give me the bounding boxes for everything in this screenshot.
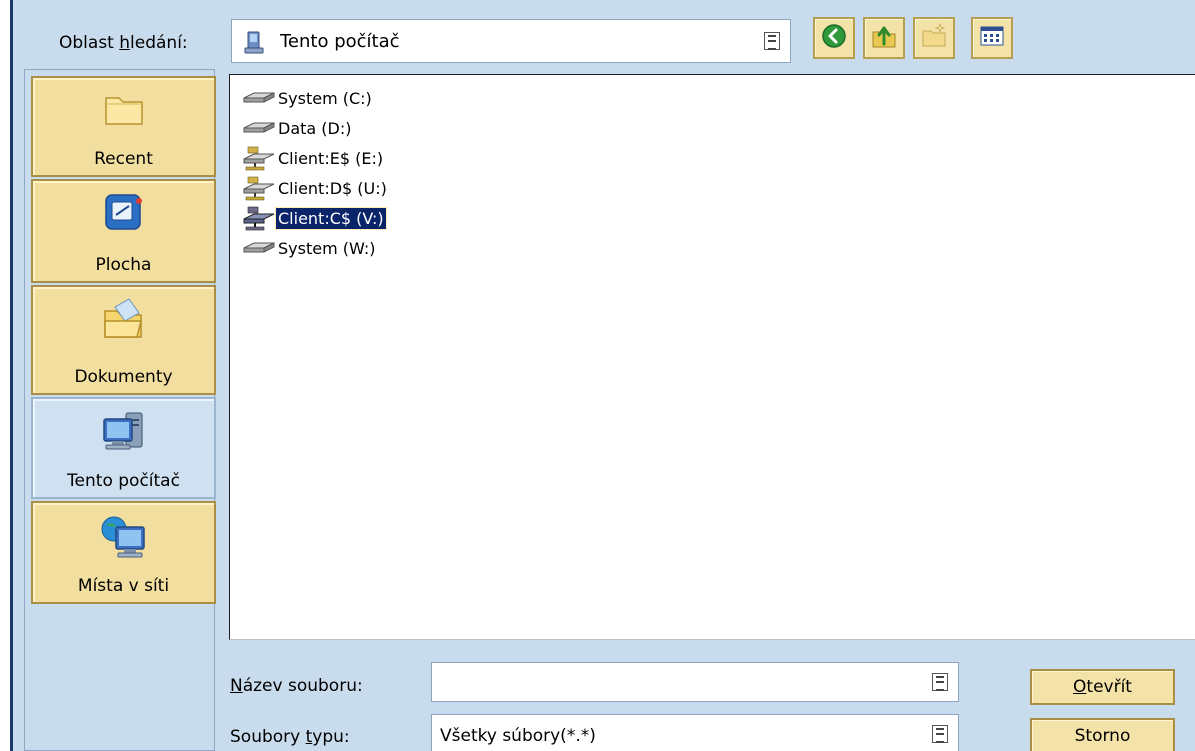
- dropdown-arrow-icon[interactable]: [932, 725, 948, 743]
- network-drive-icon: [242, 175, 276, 201]
- up-folder-button[interactable]: [863, 17, 905, 59]
- filetype-label-text: Soubory: [230, 727, 306, 747]
- my-computer-small-icon: [242, 31, 270, 59]
- list-item[interactable]: Client:E$ (E:): [242, 145, 385, 171]
- lookin-value: Tento počítač: [280, 31, 400, 52]
- file-item-label: Client:C$ (V:): [275, 206, 387, 230]
- hard-drive-icon: [242, 85, 276, 111]
- filename-input[interactable]: [431, 662, 959, 702]
- list-item[interactable]: Client:D$ (U:): [242, 175, 389, 201]
- new-folder-button[interactable]: [913, 17, 955, 59]
- lookin-label-text: Oblast: [59, 33, 120, 53]
- list-item[interactable]: System (C:): [242, 85, 374, 111]
- up-folder-icon: [870, 22, 898, 54]
- list-item[interactable]: System (W:): [242, 235, 378, 261]
- filename-label: Název souboru:: [230, 676, 363, 696]
- network-drive-icon: [242, 205, 276, 231]
- open-file-dialog: Oblast hledání: Tento počítač Recent Plo…: [10, 0, 1195, 751]
- lookin-combobox[interactable]: Tento počítač: [231, 19, 791, 63]
- network-drive-icon: [242, 145, 276, 171]
- file-item-label: System (W:): [278, 238, 376, 258]
- desktop-icon: [102, 191, 146, 239]
- view-menu-icon: [980, 26, 1004, 50]
- file-item-label: Data (D:): [278, 118, 352, 138]
- cancel-button-label: Storno: [1074, 726, 1131, 746]
- place-plocha[interactable]: Plocha: [31, 179, 216, 283]
- places-bar: Recent Plocha Dokumenty Tento počítač Mí…: [24, 69, 216, 751]
- filetype-label: Soubory typu:: [230, 727, 350, 747]
- open-button[interactable]: Otevřít: [1030, 669, 1175, 705]
- list-item[interactable]: Data (D:): [242, 115, 353, 141]
- file-list[interactable]: System (C:) Data (D:) Client:E$ (E:) Cli…: [229, 74, 1195, 640]
- filetype-select[interactable]: Všetky súbory(*.*): [431, 714, 959, 751]
- lookin-label-accel: h: [119, 33, 131, 53]
- open-button-label: tevřít: [1086, 677, 1132, 697]
- place-tento-pocitac[interactable]: Tento počítač: [31, 397, 216, 499]
- list-item-selected[interactable]: Client:C$ (V:): [242, 205, 387, 231]
- lookin-label: Oblast hledání:: [59, 33, 188, 53]
- recent-folder-icon: [102, 88, 146, 132]
- file-item-label: System (C:): [278, 88, 372, 108]
- filetype-label-text-rest: ypu:: [312, 727, 350, 747]
- lookin-label-text-rest: ledání:: [130, 33, 188, 53]
- place-mista-v-siti[interactable]: Místa v síti: [31, 501, 216, 604]
- file-item-label: Client:D$ (U:): [278, 178, 387, 198]
- dropdown-arrow-icon[interactable]: [932, 673, 948, 691]
- dropdown-arrow-icon[interactable]: [764, 32, 780, 50]
- place-label: Tento počítač: [67, 471, 180, 491]
- hard-drive-icon: [242, 115, 276, 141]
- filetype-value: Všetky súbory(*.*): [440, 726, 596, 746]
- network-places-icon: [98, 513, 150, 567]
- file-item-label: Client:E$ (E:): [278, 148, 384, 168]
- cancel-button[interactable]: Storno: [1030, 718, 1175, 751]
- place-label: Plocha: [95, 255, 152, 275]
- filename-label-accel: N: [230, 676, 243, 696]
- place-label: Místa v síti: [77, 576, 170, 596]
- my-computer-icon: [98, 409, 150, 463]
- back-icon: [821, 23, 847, 53]
- place-label: Recent: [94, 149, 153, 169]
- place-dokumenty[interactable]: Dokumenty: [31, 285, 216, 395]
- place-label: Dokumenty: [74, 367, 173, 387]
- place-recent[interactable]: Recent: [31, 76, 216, 177]
- filename-label-text: ázev souboru:: [242, 676, 363, 696]
- documents-folder-icon: [101, 297, 147, 345]
- back-button[interactable]: [813, 17, 855, 59]
- open-button-accel: O: [1073, 677, 1087, 697]
- hard-drive-icon: [242, 235, 276, 261]
- new-folder-icon: [920, 22, 948, 54]
- view-menu-button[interactable]: [971, 17, 1013, 59]
